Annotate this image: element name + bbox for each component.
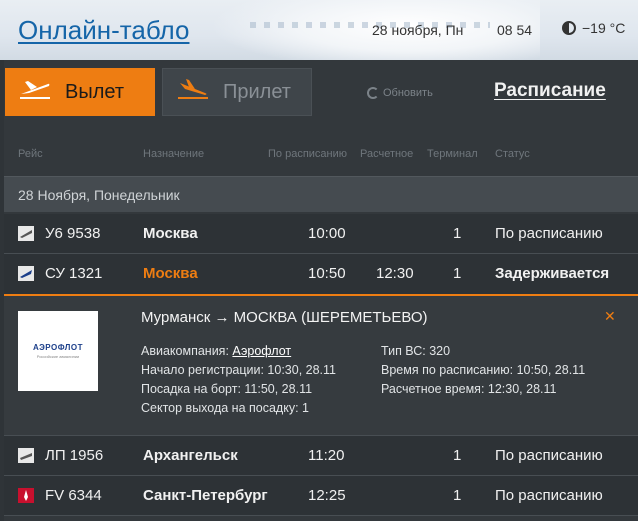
terminal: 1 — [453, 447, 462, 464]
terminal: 1 — [453, 487, 462, 504]
tab-arrivals-label: Прилет — [223, 80, 291, 103]
scheduled-time: 10:00 — [308, 225, 346, 242]
col-destination: Назначение — [143, 148, 205, 160]
airline-link[interactable]: Аэрофлот — [232, 344, 291, 358]
header: Онлайн-табло 28 ноября, Пн 08 54 −19 °C — [0, 0, 638, 60]
col-status: Статус — [495, 148, 530, 160]
boarding-time: Посадка на борт: 11:50, 28.11 — [141, 382, 313, 396]
boarding-gate: Сектор выхода на посадку: 1 — [141, 401, 309, 415]
terminal: 1 — [453, 265, 462, 282]
estimated-time-detail: Расчетное время: 12:30, 28.11 — [381, 382, 557, 396]
arrival-plane-icon — [177, 78, 209, 106]
terminal: 1 — [453, 225, 462, 242]
scheduled-time: 12:25 — [308, 487, 346, 504]
flight-status: По расписанию — [495, 225, 603, 242]
tab-departures-label: Вылет — [65, 80, 125, 103]
refresh-icon — [367, 87, 379, 99]
header-time: 08 54 — [497, 22, 533, 38]
scheduled-time: 11:20 — [308, 447, 345, 464]
flight-status: По расписанию — [495, 447, 603, 464]
airline-logo-subtitle: Российские авиалинии — [36, 354, 80, 359]
col-terminal: Терминал — [427, 148, 478, 160]
table-row[interactable]: ЛП 1956 Архангельск 11:20 1 По расписани… — [4, 436, 638, 476]
airline-logo: АЭРОФЛОТ Российские авиалинии — [18, 311, 98, 391]
night-weather-icon — [562, 21, 576, 35]
close-details-button[interactable]: ✕ — [604, 308, 616, 325]
table-row-expanded[interactable]: СУ 1321 Москва 10:50 12:30 1 Задерживает… — [4, 254, 638, 294]
destination: Москва — [143, 265, 198, 282]
departure-plane-icon — [19, 78, 51, 106]
flight-board: Вылет Прилет Обновить Расписание Рейс На… — [4, 60, 638, 521]
schedule-link[interactable]: Расписание — [494, 80, 606, 102]
table-header: Рейс Назначение По расписанию Расчетное … — [4, 148, 638, 162]
scheduled-time-detail: Время по расписанию: 10:50, 28.11 — [381, 363, 586, 377]
airline-info: Авиакомпания: Аэрофлот — [141, 344, 291, 358]
aeroflot-logo-icon — [18, 266, 34, 281]
flight-number: СУ 1321 — [45, 265, 103, 282]
table-row[interactable]: FV 6344 Санкт-Петербург 12:25 1 По распи… — [4, 476, 638, 516]
airline-label: Авиакомпания: — [141, 344, 229, 358]
refresh-label: Обновить — [383, 87, 433, 99]
flight-number: У6 9538 — [45, 225, 101, 242]
header-weather: −19 °C — [562, 20, 625, 36]
tab-arrivals[interactable]: Прилет — [162, 68, 312, 116]
flight-status: По расписанию — [495, 487, 603, 504]
airline-logo-text: АЭРОФЛОТ — [33, 343, 83, 352]
estimated-time: 12:30 — [376, 265, 414, 282]
tab-departures[interactable]: Вылет — [5, 68, 155, 116]
date-group-header: 28 Ноября, Понедельник — [4, 176, 638, 212]
flight-number: FV 6344 — [45, 487, 102, 504]
checkin-time: Начало регистрации: 10:30, 28.11 — [141, 363, 337, 377]
destination: Москва — [143, 225, 198, 242]
flight-route: Мурманск → МОСКВА (ШЕРЕМЕТЬЕВО) — [141, 309, 428, 326]
header-date: 28 ноября, Пн — [372, 22, 464, 38]
destination: Архангельск — [143, 447, 238, 464]
scheduled-time: 10:50 — [308, 265, 346, 282]
col-estimated: Расчетное — [360, 148, 414, 160]
refresh-button[interactable]: Обновить — [367, 87, 433, 99]
table-row[interactable]: У6 9538 Москва 10:00 1 По расписанию — [4, 214, 638, 254]
destination: Санкт-Петербург — [143, 487, 268, 504]
col-scheduled: По расписанию — [268, 148, 348, 160]
airline-logo-icon — [18, 448, 34, 463]
col-flight: Рейс — [18, 148, 43, 160]
aircraft-type: Тип ВС: 320 — [381, 344, 451, 358]
page-title[interactable]: Онлайн-табло — [18, 15, 189, 46]
airline-logo-icon — [18, 226, 34, 241]
flight-number: ЛП 1956 — [45, 447, 104, 464]
flight-details-panel: АЭРОФЛОТ Российские авиалинии Мурманск →… — [4, 294, 638, 436]
flight-status: Задерживается — [495, 265, 610, 282]
temperature: −19 °C — [582, 20, 626, 36]
airline-logo-icon — [18, 488, 34, 503]
